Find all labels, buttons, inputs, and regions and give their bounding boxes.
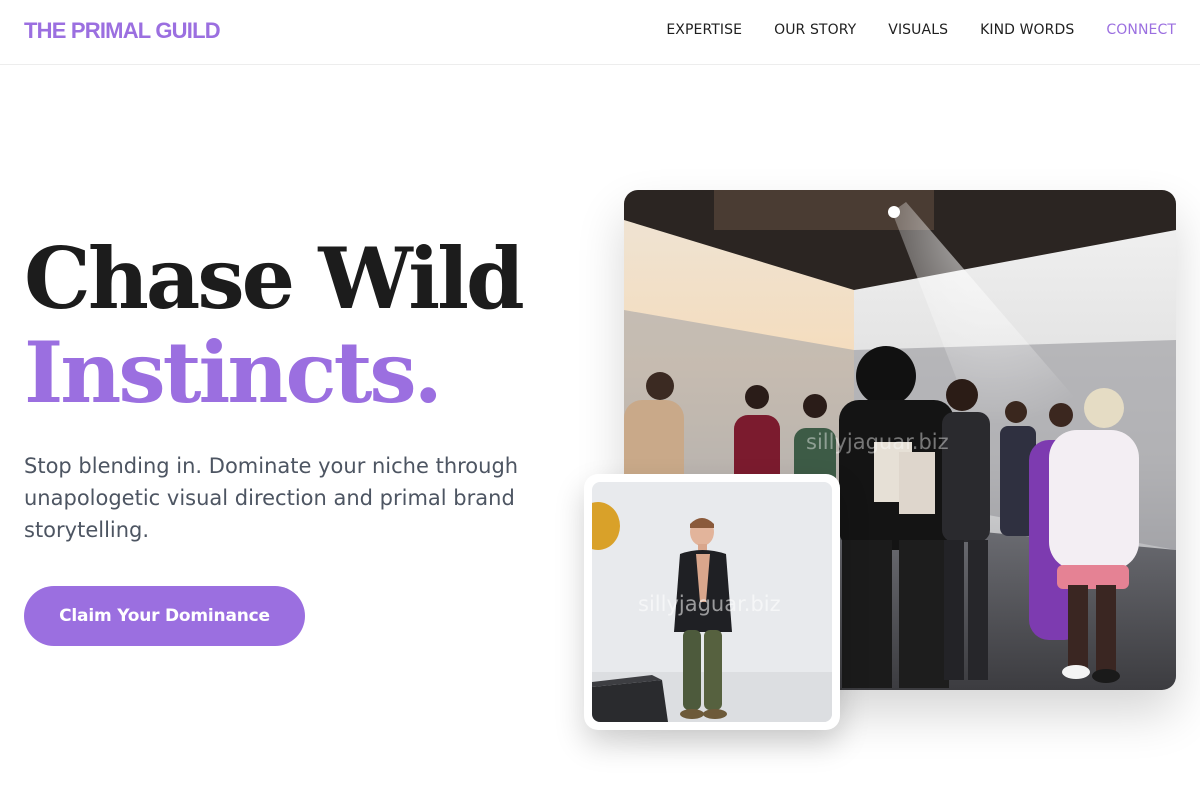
nav-item-kind-words[interactable]: KIND WORDS [980,22,1074,38]
hero-inset-image: sillyjaguar.biz [592,482,832,722]
nav-item-connect[interactable]: CONNECT [1106,22,1176,38]
main-nav: EXPERTISE OUR STORY VISUALS KIND WORDS C… [666,22,1176,38]
site-header: THE PRIMAL GUILD EXPERTISE OUR STORY VIS… [0,0,1200,65]
brand-logo[interactable]: THE PRIMAL GUILD [24,18,221,44]
nav-item-our-story[interactable]: OUR STORY [774,22,856,38]
nav-item-visuals[interactable]: VISUALS [888,22,948,38]
hero-headline: Chase Wild Instincts. [24,229,525,422]
hero-subcopy: Stop blending in. Dominate your niche th… [24,454,519,542]
hero-inset-image-frame: sillyjaguar.biz [584,474,840,730]
headline-line-1: Chase Wild [24,229,525,328]
model-portrait-photo [592,482,832,722]
claim-dominance-button[interactable]: Claim Your Dominance [24,586,305,646]
headline-line-2: Instincts. [24,323,443,422]
nav-item-expertise[interactable]: EXPERTISE [666,22,742,38]
